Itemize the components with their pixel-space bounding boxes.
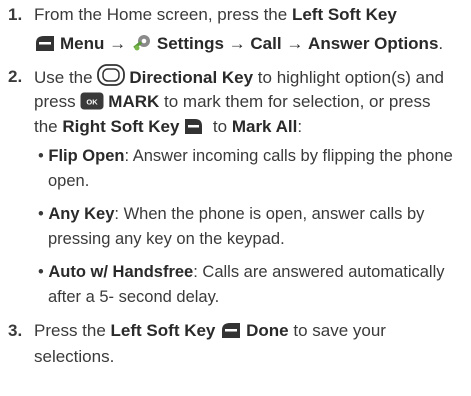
settings-icon xyxy=(131,32,153,59)
right-soft-key-icon xyxy=(184,117,204,142)
left-soft-key-icon xyxy=(220,321,242,346)
step-number: 2. xyxy=(8,67,23,86)
step-number: 1. xyxy=(8,5,23,24)
step-number: 3. xyxy=(8,321,23,340)
svg-text:OK: OK xyxy=(87,98,99,107)
manual-page: 1. From the Home screen, press the Left … xyxy=(0,0,471,396)
left-soft-key-icon xyxy=(34,34,56,59)
